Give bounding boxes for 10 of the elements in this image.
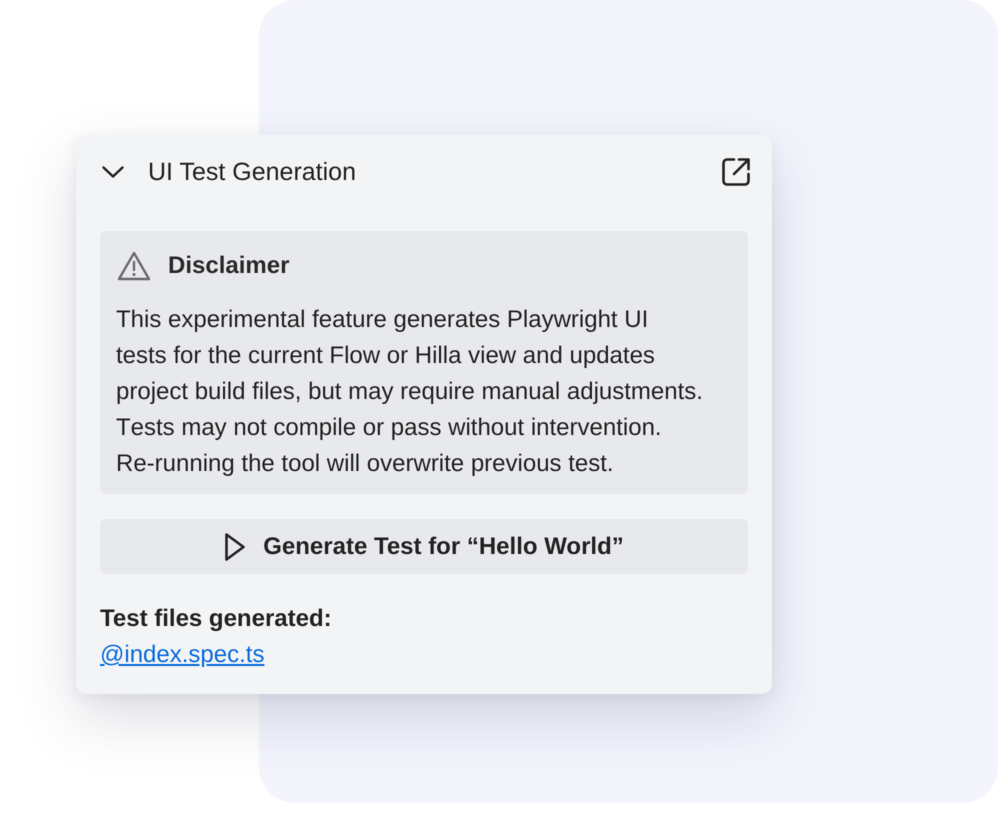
chevron-icon[interactable] [102,166,124,178]
panel-title: UI Test Generation [148,158,357,186]
disclaimer-text: This experimental feature generates Playwright UI tests for the current Flow or Hilla view and updates project build files, but may require manual adjustments. Tests may not compile or pass without intervention. Re-running the tool will overwrite previous test. [116,305,704,479]
play-icon [224,532,246,562]
warning-icon [117,251,151,281]
result-label: Test files generated: [100,606,332,632]
open-external-icon[interactable] [721,157,751,187]
disclaimer-title: Disclaimer [168,252,290,280]
generate-test-button[interactable]: Generate Test for “Hello World” [100,519,748,574]
test-file-link[interactable]: @index.spec.ts [100,642,264,668]
